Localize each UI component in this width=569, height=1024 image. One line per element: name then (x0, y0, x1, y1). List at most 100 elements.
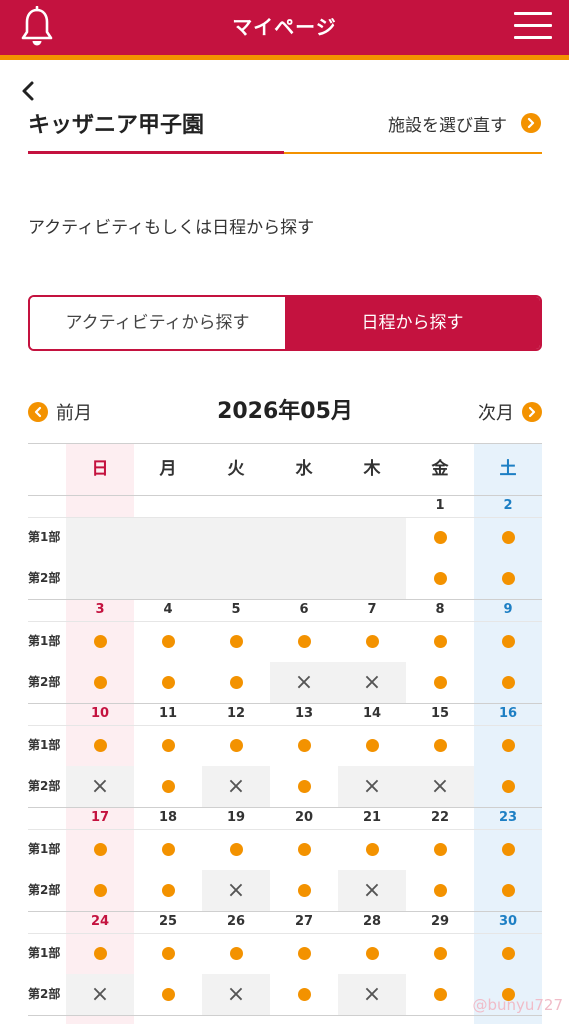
available-slot[interactable] (406, 621, 474, 662)
available-slot[interactable] (270, 621, 338, 662)
unavailable-cross-icon: × (294, 669, 314, 695)
available-dot-icon (433, 843, 447, 856)
available-dot-icon (501, 947, 515, 960)
unavailable-slot: × (66, 974, 134, 1015)
available-slot[interactable] (66, 725, 134, 766)
date-number: 21 (362, 810, 382, 825)
available-slot[interactable] (66, 662, 134, 703)
available-slot[interactable] (134, 829, 202, 870)
month-navigation: 2026年05月 前月 次月 (28, 396, 542, 428)
available-slot[interactable] (474, 766, 542, 807)
unavailable-slot: × (338, 766, 406, 807)
available-slot[interactable] (202, 662, 270, 703)
available-slot[interactable] (474, 829, 542, 870)
available-slot[interactable] (270, 870, 338, 911)
tab-activity-search[interactable]: アクティビティから探す (30, 297, 285, 349)
unavailable-slot: × (338, 870, 406, 911)
session-label: 第1部 (28, 946, 61, 960)
available-slot[interactable] (474, 662, 542, 703)
available-slot[interactable] (406, 829, 474, 870)
date-number: 1 (435, 498, 445, 513)
available-slot[interactable] (406, 517, 474, 558)
available-dot-icon (229, 947, 243, 960)
available-dot-icon (297, 884, 311, 897)
date-number: 14 (362, 706, 382, 721)
available-slot[interactable] (202, 829, 270, 870)
available-dot-icon (93, 635, 107, 648)
available-slot[interactable] (406, 870, 474, 911)
available-slot[interactable] (202, 621, 270, 662)
available-slot[interactable] (270, 725, 338, 766)
available-dot-icon (433, 572, 447, 585)
available-slot[interactable] (134, 933, 202, 974)
weekday-header: 水 (295, 459, 313, 479)
date-number: 17 (90, 810, 110, 825)
available-slot[interactable] (202, 933, 270, 974)
available-dot-icon (501, 884, 515, 897)
available-slot[interactable] (406, 662, 474, 703)
available-dot-icon (93, 739, 107, 752)
session-label: 第2部 (28, 675, 61, 689)
available-slot[interactable] (406, 974, 474, 1015)
available-slot[interactable] (66, 870, 134, 911)
available-slot[interactable] (474, 933, 542, 974)
available-dot-icon (501, 739, 515, 752)
date-number: 28 (362, 914, 382, 929)
available-slot[interactable] (406, 558, 474, 599)
available-slot[interactable] (338, 621, 406, 662)
chevron-right-icon (521, 113, 541, 133)
available-slot[interactable] (134, 662, 202, 703)
unavailable-cross-icon: × (90, 773, 110, 799)
available-dot-icon (229, 635, 243, 648)
available-dot-icon (501, 531, 515, 544)
available-slot[interactable] (406, 725, 474, 766)
available-slot[interactable] (474, 725, 542, 766)
available-slot[interactable] (66, 933, 134, 974)
watermark: @bunyu727 (472, 996, 563, 1014)
available-slot[interactable] (66, 829, 134, 870)
hamburger-menu-icon[interactable] (514, 12, 552, 40)
unavailable-slot: × (270, 662, 338, 703)
prev-month-button[interactable]: 前月 (28, 396, 92, 428)
available-slot[interactable] (338, 725, 406, 766)
date-number: 11 (158, 706, 178, 721)
unavailable-slot: × (202, 974, 270, 1015)
available-dot-icon (297, 780, 311, 793)
available-slot[interactable] (270, 766, 338, 807)
next-month-button[interactable]: 次月 (478, 396, 542, 428)
available-slot[interactable] (474, 558, 542, 599)
available-slot[interactable] (338, 933, 406, 974)
available-slot[interactable] (270, 974, 338, 1015)
available-slot[interactable] (134, 974, 202, 1015)
available-dot-icon (161, 780, 175, 793)
available-slot[interactable] (474, 517, 542, 558)
back-button[interactable] (20, 80, 42, 104)
available-dot-icon (501, 635, 515, 648)
tab-date-search[interactable]: 日程から探す (285, 297, 540, 349)
available-dot-icon (93, 947, 107, 960)
available-slot[interactable] (66, 621, 134, 662)
available-slot[interactable] (134, 725, 202, 766)
available-dot-icon (161, 988, 175, 1001)
available-slot[interactable] (270, 933, 338, 974)
available-slot[interactable] (134, 621, 202, 662)
available-slot[interactable] (474, 870, 542, 911)
date-number: 2 (503, 498, 513, 513)
available-dot-icon (365, 947, 379, 960)
facility-underline-primary (28, 151, 284, 154)
available-dot-icon (93, 676, 107, 689)
facility-name: キッザニア甲子園 (28, 113, 205, 138)
available-slot[interactable] (134, 766, 202, 807)
unavailable-cross-icon: × (226, 981, 246, 1007)
date-number: 5 (231, 602, 241, 617)
available-slot[interactable] (406, 933, 474, 974)
available-slot[interactable] (338, 829, 406, 870)
available-slot[interactable] (474, 621, 542, 662)
available-slot[interactable] (202, 725, 270, 766)
date-number: 10 (90, 706, 110, 721)
available-slot[interactable] (134, 870, 202, 911)
available-slot[interactable] (270, 829, 338, 870)
reselect-facility-link[interactable]: 施設を選び直す (388, 110, 541, 136)
unavailable-cross-icon: × (362, 773, 382, 799)
chevron-left-icon (22, 81, 34, 101)
